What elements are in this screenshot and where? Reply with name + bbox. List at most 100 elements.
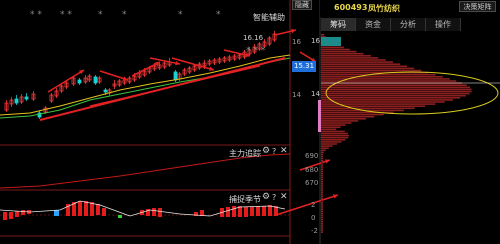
help-icon[interactable]: ?: [272, 193, 276, 202]
season-bar: [78, 201, 82, 216]
main-force-line: [0, 153, 291, 189]
chip-bar: [321, 166, 323, 168]
chip-bar: [321, 57, 379, 59]
current-price-marker: 15.31: [292, 61, 316, 72]
chip-bar: [321, 210, 323, 212]
chip-bar: [321, 76, 443, 78]
chip-bar: [321, 149, 326, 152]
chip-bar: [321, 69, 422, 72]
chip-bar: [321, 101, 445, 103]
chip-bar: [321, 139, 346, 141]
signal-stars-5: *: [178, 10, 183, 20]
help-icon[interactable]: ?: [272, 147, 276, 156]
chip-tick-16: 16: [311, 37, 320, 45]
chip-bar: [321, 168, 323, 170]
chip-bar: [321, 134, 349, 137]
season-bar: [250, 207, 254, 216]
chip-bar: [321, 34, 325, 36]
chip-bar: [321, 122, 352, 124]
sub2-tick-2: 2: [311, 201, 316, 209]
season-bar: [256, 206, 260, 216]
chip-bar: [321, 92, 470, 95]
chip-bar: [321, 202, 323, 204]
chip-bar: [321, 181, 323, 183]
chip-bar: [321, 212, 323, 215]
chip-bar: [321, 128, 337, 131]
gear-icon[interactable]: ⚙: [262, 146, 270, 156]
chip-bar: [321, 145, 333, 147]
chip-bar: [321, 67, 415, 70]
tab-funds[interactable]: 资金: [356, 18, 391, 31]
season-bar: [15, 211, 19, 217]
chip-bar: [321, 73, 436, 76]
chip-bar: [321, 193, 323, 196]
chip-bar: [321, 52, 364, 55]
chip-bar: [321, 55, 371, 57]
stock-name: 凤竹纺织: [368, 4, 400, 13]
chip-bar: [321, 65, 408, 68]
chip-bar: [321, 189, 323, 191]
season-bar: [226, 207, 230, 217]
sub2-tick-0: 0: [311, 214, 316, 222]
chip-bar: [321, 214, 323, 217]
tab-chips[interactable]: 筹码: [321, 18, 356, 31]
chip-bar: [321, 97, 461, 99]
season-bar: [21, 210, 25, 215]
chip-bar: [321, 178, 323, 181]
ma-line-yellow: [0, 54, 291, 116]
indicator-label[interactable]: 智能辅助: [253, 12, 285, 23]
chip-bar: [321, 99, 454, 101]
stock-code: 600493: [334, 3, 368, 12]
signal-stars-2: * *: [60, 10, 72, 20]
price-tick-14: 14: [292, 91, 301, 99]
gear-icon[interactable]: ⚙: [262, 192, 270, 202]
signal-stars-4: *: [122, 10, 127, 20]
close-icon[interactable]: ✕: [280, 192, 288, 202]
hide-button[interactable]: 隐藏: [292, 0, 312, 10]
chip-bar: [321, 206, 323, 208]
sub1-tick-690: 690: [305, 152, 319, 160]
chip-bar: [321, 170, 323, 173]
chip-bar: [321, 174, 323, 177]
chip-bar: [321, 223, 323, 225]
chip-bar: [321, 136, 349, 139]
season-bar: [158, 208, 162, 217]
chip-bar: [321, 48, 350, 51]
chip-bar: [321, 107, 415, 110]
chip-bar: [321, 88, 472, 91]
close-icon[interactable]: ✕: [280, 146, 288, 156]
chip-bar: [321, 220, 323, 223]
chip-bar: [321, 147, 329, 149]
chip-bar: [321, 229, 323, 231]
chip-bar: [321, 118, 366, 120]
chip-bar: [321, 176, 323, 179]
tab-operation[interactable]: 操作: [426, 18, 461, 31]
chip-top-cyan: [321, 37, 341, 46]
chip-bar: [321, 90, 472, 93]
chip-bar: [321, 208, 323, 210]
candle-body: [93, 76, 98, 84]
chip-bar: [321, 59, 386, 61]
chip-bar: [321, 126, 341, 128]
current-price-value: 15.31: [294, 62, 315, 70]
tab-analysis[interactable]: 分析: [391, 18, 426, 31]
season-bar: [96, 204, 100, 215]
season-bar: [90, 202, 94, 216]
decision-matrix-button[interactable]: 决策矩阵: [459, 1, 496, 12]
candle-body: [77, 79, 82, 84]
down-arrow-1-head: [123, 76, 128, 81]
season-bar: [84, 201, 88, 216]
chip-bar: [321, 94, 466, 97]
chip-bar: [321, 84, 467, 86]
chip-bar: [321, 227, 323, 229]
chip-bar: [321, 153, 323, 156]
chip-bar: [321, 78, 450, 80]
price-tick-16: 16: [292, 38, 301, 46]
chip-bar: [321, 187, 323, 189]
candle-body: [24, 96, 29, 100]
chip-bar: [321, 218, 323, 221]
candle-body: [14, 98, 19, 104]
chip-bar: [321, 124, 346, 126]
chip-bar: [321, 225, 323, 227]
chip-bar: [321, 162, 323, 164]
